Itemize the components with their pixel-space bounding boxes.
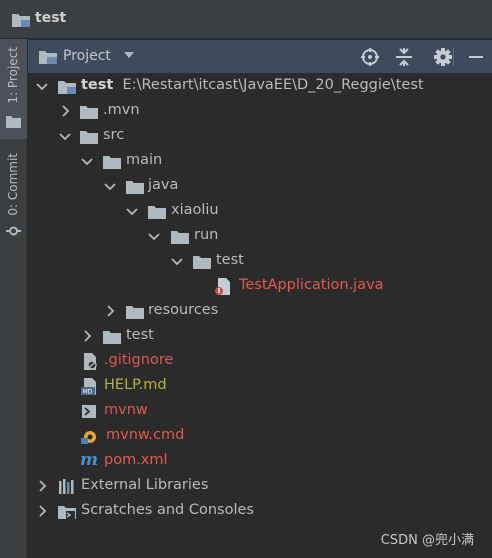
tree-item-xiaoliu[interactable]: xiaoliu bbox=[28, 199, 492, 224]
tree-item-label: .gitignore bbox=[104, 352, 174, 368]
folder-icon bbox=[6, 116, 21, 128]
project-tool-tab[interactable]: 1: Project bbox=[0, 39, 27, 139]
tree-item-scratches[interactable]: Scratches and Consoles bbox=[28, 499, 492, 524]
project-panel-header: Project bbox=[28, 40, 492, 73]
tree-item-label: xiaoliu bbox=[171, 202, 219, 218]
tool-window-strip: 1: Project 0: Commit bbox=[0, 39, 27, 558]
folder-icon bbox=[103, 331, 121, 344]
chevron-right-icon[interactable] bbox=[59, 105, 71, 117]
folder-icon bbox=[80, 131, 98, 144]
tree-item-resources[interactable]: resources bbox=[28, 299, 492, 324]
tree-item-gitignore[interactable]: .gitignore bbox=[28, 349, 492, 374]
tree-item-main[interactable]: main bbox=[28, 149, 492, 174]
tree-item-label: resources bbox=[148, 302, 219, 318]
gear-icon[interactable] bbox=[433, 47, 453, 67]
tree-item-label: java bbox=[148, 177, 179, 193]
minimize-icon[interactable] bbox=[466, 47, 486, 67]
tree-item-help-md[interactable]: MD HELP.md bbox=[28, 374, 492, 399]
chevron-right-icon[interactable] bbox=[81, 330, 93, 342]
shell-script-icon bbox=[82, 405, 96, 418]
tree-item-test-package[interactable]: test bbox=[28, 249, 492, 274]
tree-item-mvnw-cmd[interactable]: mvnw.cmd bbox=[28, 424, 492, 449]
java-file-icon bbox=[215, 278, 230, 295]
tree-item-label: src bbox=[103, 127, 125, 143]
tree-item-label: main bbox=[126, 152, 163, 168]
chevron-down-icon[interactable] bbox=[171, 255, 183, 267]
folder-icon bbox=[39, 51, 57, 64]
package-folder-icon bbox=[193, 256, 211, 269]
root-module-path: E:\Restart\itcast\JavaEE\D_20_Reggie\tes… bbox=[122, 77, 424, 93]
tree-item-mvnw[interactable]: mvnw bbox=[28, 399, 492, 424]
commit-tab-label: 0: Commit bbox=[6, 153, 20, 216]
package-folder-icon bbox=[171, 231, 189, 244]
watermark: CSDN @兜小满 bbox=[380, 533, 474, 548]
tree-item-label: Scratches and Consoles bbox=[81, 502, 254, 518]
tree-item-root[interactable]: test E:\Restart\itcast\JavaEE\D_20_Reggi… bbox=[28, 74, 492, 99]
tree-item-test-dir[interactable]: test bbox=[28, 324, 492, 349]
chevron-down-icon[interactable] bbox=[36, 80, 48, 92]
tree-item-external-libraries[interactable]: External Libraries bbox=[28, 474, 492, 499]
tree-item-java[interactable]: java bbox=[28, 174, 492, 199]
scratches-icon bbox=[58, 506, 76, 519]
tree-item-mvn[interactable]: .mvn bbox=[28, 99, 492, 124]
header-separator bbox=[453, 47, 454, 66]
gitignore-file-icon bbox=[84, 353, 97, 370]
markdown-file-icon: MD bbox=[81, 378, 96, 396]
svg-text:MD: MD bbox=[83, 389, 93, 396]
tree-item-label: run bbox=[194, 227, 219, 243]
tree-item-label: pom.xml bbox=[104, 452, 168, 468]
cmd-file-icon bbox=[81, 431, 96, 444]
chevron-down-icon[interactable] bbox=[104, 180, 116, 192]
locate-icon[interactable] bbox=[360, 47, 380, 67]
tree-item-label: External Libraries bbox=[81, 477, 209, 493]
chevron-right-icon[interactable] bbox=[36, 480, 48, 492]
tree-item-test-application[interactable]: TestApplication.java bbox=[28, 274, 492, 299]
window-title: test bbox=[35, 10, 67, 26]
tree-item-label: mvnw.cmd bbox=[106, 427, 185, 443]
chevron-right-icon[interactable] bbox=[36, 505, 48, 517]
commit-icon bbox=[6, 226, 21, 236]
chevron-right-icon[interactable] bbox=[104, 305, 116, 317]
chevron-down-icon[interactable] bbox=[126, 205, 138, 217]
package-folder-icon bbox=[148, 206, 166, 219]
tree-item-label: TestApplication.java bbox=[239, 277, 384, 293]
chevron-down-icon[interactable] bbox=[59, 130, 71, 142]
resources-folder-icon bbox=[126, 306, 144, 319]
tree-item-label: HELP.md bbox=[104, 377, 167, 393]
folder-icon bbox=[12, 14, 30, 27]
tree-item-label: test bbox=[216, 252, 244, 268]
module-folder-icon bbox=[58, 81, 76, 94]
folder-icon bbox=[103, 156, 121, 169]
tree-item-run[interactable]: run bbox=[28, 224, 492, 249]
panel-title[interactable]: Project bbox=[63, 48, 111, 64]
collapse-all-icon[interactable] bbox=[394, 47, 414, 67]
window-title-bar: test bbox=[0, 0, 492, 39]
source-folder-icon bbox=[126, 181, 144, 194]
tree-item-label: test bbox=[126, 327, 154, 343]
tree-item-label: .mvn bbox=[103, 102, 140, 118]
libraries-icon bbox=[59, 479, 74, 494]
chevron-down-icon[interactable] bbox=[81, 155, 93, 167]
root-module-name: test bbox=[81, 77, 114, 93]
chevron-down-icon[interactable] bbox=[148, 230, 160, 242]
tree-item-src[interactable]: src bbox=[28, 124, 492, 149]
folder-icon bbox=[80, 106, 98, 119]
tree-item-pom-xml[interactable]: m pom.xml bbox=[28, 449, 492, 474]
view-dropdown-caret-icon[interactable] bbox=[124, 52, 134, 58]
project-tab-label: 1: Project bbox=[6, 47, 20, 104]
commit-tool-tab[interactable]: 0: Commit bbox=[0, 149, 27, 244]
maven-icon: m bbox=[80, 450, 98, 470]
tree-item-label: mvnw bbox=[104, 402, 148, 418]
